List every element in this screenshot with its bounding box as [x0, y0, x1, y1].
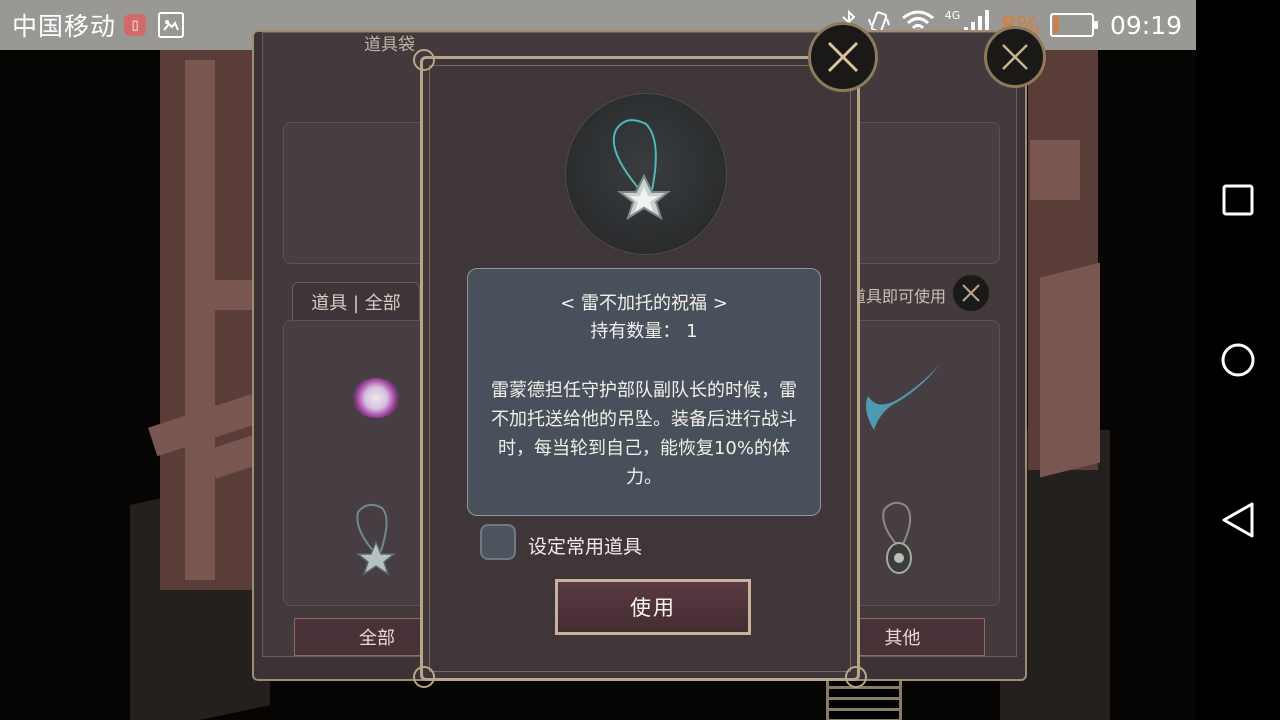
pendant-icon — [612, 119, 671, 221]
item-description: 雷蒙德担任守护部队副队长的时候，雷不加托送给他的吊坠。装备后进行战斗时，每当轮到… — [491, 380, 797, 488]
back-icon[interactable] — [1218, 500, 1258, 540]
inventory-item-amulet[interactable] — [872, 498, 922, 582]
scene-building — [185, 60, 215, 580]
frame-ornament — [413, 49, 435, 71]
frame-ornament — [413, 666, 435, 688]
home-icon[interactable] — [1218, 340, 1258, 380]
gallery-icon — [158, 12, 185, 38]
close-icon[interactable] — [984, 26, 1046, 88]
item-detail-dialog: < 雷不加托的祝福 > 持有数量： 1 雷蒙德担任守护部队副队长的时候，雷不加托… — [413, 49, 867, 688]
item-count: 持有数量： 1 — [468, 318, 820, 346]
item-count-label: 持有数量： — [590, 321, 681, 342]
navigation-bar — [1196, 0, 1280, 720]
battery-icon — [1049, 13, 1098, 37]
frame-ornament — [845, 666, 867, 688]
favorite-label[interactable]: 设定常用道具 — [528, 532, 642, 559]
item-description-box: < 雷不加托的祝福 > 持有数量： 1 雷蒙德担任守护部队副队长的时候，雷不加托… — [467, 268, 821, 516]
use-button[interactable]: 使用 — [555, 579, 751, 635]
close-icon[interactable] — [808, 22, 878, 92]
item-name: < 雷不加托的祝福 > — [560, 293, 728, 314]
tab-items-all[interactable]: 道具 | 全部 — [292, 282, 420, 321]
carrier-name: 中国移动 — [12, 12, 117, 41]
scene-building — [1030, 140, 1080, 200]
item-preview — [565, 93, 727, 255]
close-icon[interactable] — [952, 274, 990, 312]
inventory-item-orb[interactable] — [352, 378, 400, 418]
scene-building — [1040, 262, 1100, 478]
clock: 09:19 — [1109, 10, 1182, 40]
favorite-checkbox[interactable] — [480, 524, 516, 560]
recent-apps-icon[interactable] — [1218, 180, 1258, 220]
inventory-item-blade[interactable] — [860, 360, 944, 440]
notification-icon: ▯ — [124, 14, 147, 36]
network-type: 4G — [944, 8, 961, 22]
inventory-title: 道具袋 — [364, 35, 415, 55]
inventory-item-pendant[interactable] — [348, 502, 398, 582]
item-count-value: 1 — [686, 321, 698, 342]
